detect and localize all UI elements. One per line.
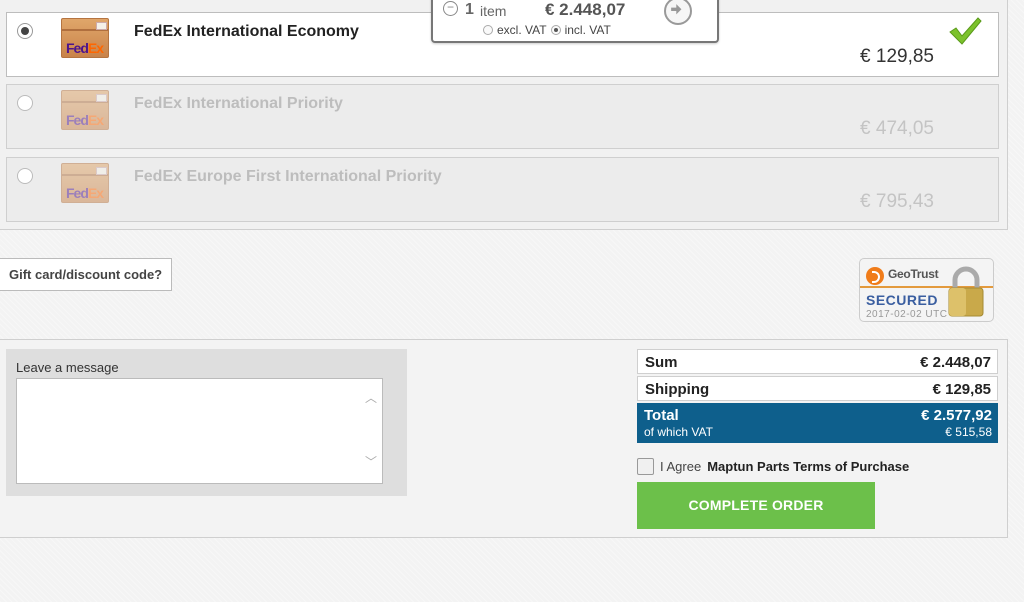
order-summary: Sum € 2.448,07 Shipping € 129,85 Total €… — [637, 349, 998, 443]
geotrust-badge[interactable]: GeoTrust SECURED 2017-02-02 UTC — [859, 258, 994, 322]
shipping-option-name: FedEx International Economy — [134, 23, 359, 40]
fedex-logo: FedEx — [66, 112, 104, 128]
shipping-label: Shipping — [645, 381, 710, 398]
message-label: Leave a message — [16, 360, 119, 375]
padlock-icon — [948, 266, 984, 317]
fedex-box-icon: FedEx — [61, 163, 109, 203]
shipping-row: Shipping € 129,85 — [637, 376, 998, 401]
vat-label: of which VAT — [644, 425, 713, 439]
sum-value: € 2.448,07 — [920, 354, 991, 371]
excl-vat-label: excl. VAT — [497, 23, 547, 37]
fedex-logo: FedEx — [66, 40, 104, 56]
shipping-value: € 129,85 — [932, 381, 991, 398]
total-value: € 2.577,92 — [921, 407, 992, 424]
sum-label: Sum — [645, 354, 678, 371]
incl-vat-radio[interactable] — [550, 25, 561, 35]
message-textarea[interactable] — [16, 378, 383, 484]
shipping-option-price: € 474,05 — [860, 118, 934, 139]
complete-order-button[interactable]: COMPLETE ORDER — [637, 482, 875, 529]
fedex-logo: FedEx — [66, 185, 104, 201]
cart-total: € 2.448,07 — [545, 0, 626, 19]
badge-secured-text: SECURED — [866, 292, 938, 308]
shipping-option-europe-first-priority[interactable]: FedEx FedEx Europe First International P… — [6, 157, 999, 222]
excl-vat-radio[interactable] — [483, 25, 493, 35]
terms-checkbox[interactable] — [637, 458, 654, 475]
sum-row: Sum € 2.448,07 — [637, 349, 998, 374]
shipping-option-price: € 129,85 — [860, 46, 934, 67]
badge-date: 2017-02-02 UTC — [866, 309, 948, 320]
scroll-down-icon[interactable]: ﹀ — [365, 453, 377, 470]
checkmark-icon — [949, 17, 982, 45]
vat-value: € 515,58 — [945, 425, 992, 439]
shipping-option-name: FedEx International Priority — [134, 95, 343, 112]
total-row: Total € 2.577,92 of which VAT € 515,58 — [637, 403, 998, 443]
gift-card-button[interactable]: Gift card/discount code? — [0, 258, 172, 291]
shipping-option-international-priority[interactable]: FedEx FedEx International Priority € 474… — [6, 84, 999, 149]
shipping-option-name: FedEx Europe First International Priorit… — [134, 168, 442, 185]
shipping-radio[interactable] — [17, 23, 33, 39]
scroll-up-icon[interactable]: ︿ — [365, 389, 377, 406]
cart-item-label: item — [480, 3, 507, 19]
incl-vat-label: incl. VAT — [564, 23, 611, 37]
terms-link[interactable]: Maptun Parts Terms of Purchase — [707, 459, 909, 474]
shipping-radio[interactable] — [17, 95, 33, 111]
fedex-box-icon: FedEx — [61, 90, 109, 130]
vat-toggle: excl. VAT incl. VAT — [483, 23, 611, 37]
fedex-box-icon: FedEx — [61, 18, 109, 58]
mini-cart: − 1 item € 2.448,07 excl. VAT incl. VAT — [431, 0, 719, 43]
arrow-right-icon[interactable] — [664, 0, 692, 25]
geotrust-brand: GeoTrust — [888, 267, 939, 281]
cart-item-count: 1 — [465, 1, 474, 18]
total-label: Total — [644, 407, 679, 424]
shipping-radio[interactable] — [17, 168, 33, 184]
shipping-option-price: € 795,43 — [860, 191, 934, 212]
terms-agreement: I Agree Maptun Parts Terms of Purchase — [637, 458, 909, 475]
terms-prefix: I Agree — [660, 459, 702, 474]
minimize-icon[interactable]: − — [443, 1, 458, 16]
geotrust-logo-icon — [866, 267, 884, 285]
message-box: Leave a message ︿ ﹀ — [6, 349, 407, 496]
